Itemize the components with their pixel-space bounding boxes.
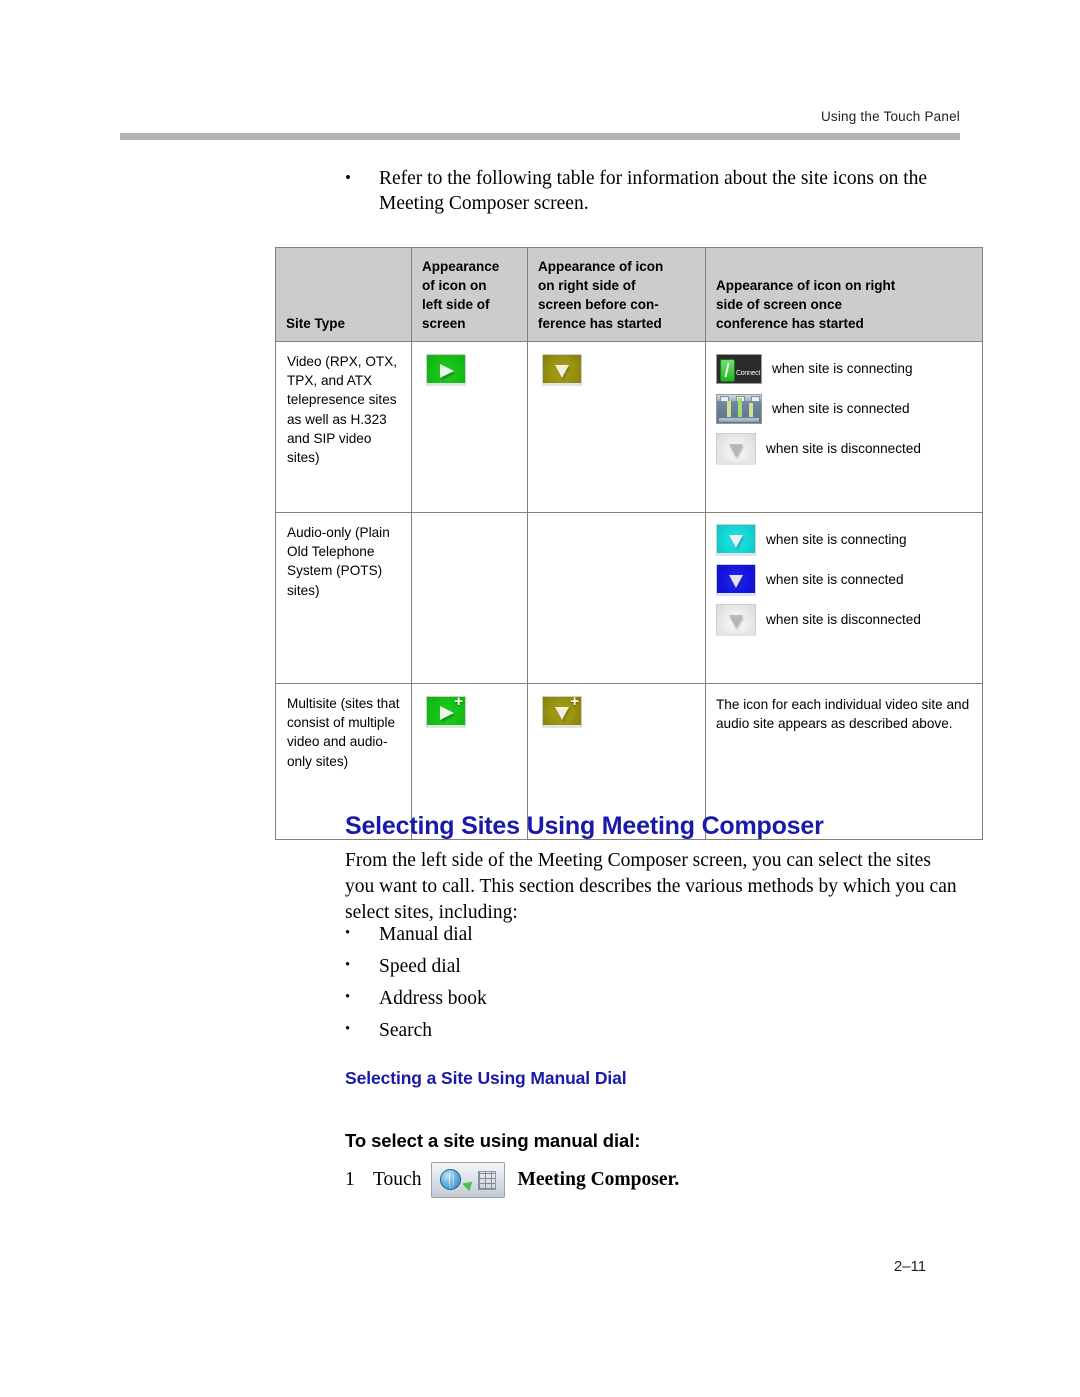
meeting-composer-button-icon[interactable] [431, 1162, 506, 1198]
state-line: when site is disconnected [716, 433, 974, 465]
page-running-header: Using the Touch Panel [120, 108, 960, 126]
step-verb: Touch [373, 1169, 422, 1190]
connect-button-thumbnail: Connect [716, 354, 762, 384]
multisite-olive-plus-icon: + [542, 693, 582, 728]
header-line: ference has started [538, 316, 662, 331]
procedure-title: To select a site using manual dial: [345, 1130, 641, 1151]
thumb-square [751, 396, 760, 402]
play-arrow-icon [440, 364, 454, 378]
down-arrow-icon [729, 575, 743, 588]
site-icons-table: Site Type Appearance of icon on left sid… [275, 247, 983, 840]
table-row: Video (RPX, OTX, TPX, and ATX telepresen… [275, 341, 983, 513]
cell-site-type: Audio-only (Plain Old Telephone System (… [275, 512, 412, 684]
thumb-bar [749, 403, 753, 417]
video-site-green-icon [426, 354, 466, 386]
header-line: Appearance of icon [538, 259, 664, 274]
column-header-once-conference: Appearance of icon on right side of scre… [705, 247, 983, 342]
cell-conference-states: when site is connecting when site is con… [705, 512, 983, 684]
video-site-olive-icon [542, 354, 582, 386]
header-line: Appearance [422, 259, 500, 274]
state-line: Connect when site is connecting [716, 353, 974, 385]
step-number: 1 [345, 1169, 355, 1190]
bullet-glyph-icon: • [345, 1021, 351, 1037]
header-line: screen [422, 316, 466, 331]
bullet-glyph-icon: • [345, 168, 351, 187]
multisite-green-plus-icon: + [426, 693, 466, 728]
connect-green-button-icon [720, 359, 735, 382]
cell-before-conference-icon [527, 341, 706, 513]
list-item-label: Address book [379, 988, 487, 1009]
state-line: when site is connecting [716, 524, 974, 556]
cell-left-icon [411, 341, 528, 513]
column-header-site-type: Site Type [275, 247, 412, 342]
down-arrow-icon [729, 444, 743, 457]
running-head-text: Using the Touch Panel [820, 109, 960, 124]
down-arrow-icon [729, 615, 743, 628]
header-line: Site Type [286, 316, 346, 331]
state-caption: when site is connecting [766, 532, 907, 547]
list-item: • Search [345, 1018, 845, 1050]
connect-label: Connect [736, 370, 760, 377]
state-caption: when site is connected [772, 401, 910, 416]
cell-site-type: Video (RPX, OTX, TPX, and ATX telepresen… [275, 341, 412, 513]
column-header-before-conference: Appearance of icon on right side of scre… [527, 247, 706, 342]
header-line: Appearance of icon on right [716, 278, 896, 293]
state-line: when site is disconnected [716, 604, 974, 636]
list-item-label: Manual dial [379, 924, 473, 945]
play-arrow-icon [440, 706, 454, 720]
audio-connecting-cyan-icon [716, 524, 756, 556]
table-row: Audio-only (Plain Old Telephone System (… [275, 512, 983, 684]
list-item: • Speed dial [345, 954, 845, 986]
state-line: when site is connected [716, 393, 974, 425]
state-line: when site is connected [716, 564, 974, 596]
header-line: side of screen once [716, 297, 843, 312]
state-caption: when site is disconnected [766, 441, 921, 456]
intro-bullet-text: Refer to the following table for informa… [379, 168, 928, 214]
state-caption: when site is connecting [772, 361, 913, 376]
column-header-left-side: Appearance of icon on left side of scree… [411, 247, 528, 342]
disconnected-gray-icon [716, 433, 756, 465]
header-line: on right side of [538, 278, 636, 293]
audio-connected-blue-icon [716, 564, 756, 596]
state-caption: when site is disconnected [766, 612, 921, 627]
list-item: • Address book [345, 986, 845, 1018]
thumb-bar [727, 401, 731, 417]
table-header-row: Site Type Appearance of icon on left sid… [275, 247, 983, 342]
bullet-glyph-icon: • [345, 989, 351, 1005]
step-target-label: Meeting Composer. [517, 1169, 680, 1190]
header-line: left side of [422, 297, 490, 312]
bullet-glyph-icon: • [345, 957, 351, 973]
green-arrow-icon [461, 1178, 473, 1192]
header-line: screen before con- [538, 297, 659, 312]
header-line: conference has started [716, 316, 864, 331]
connected-room-thumbnail [716, 394, 762, 424]
section-heading: Selecting Sites Using Meeting Composer [345, 812, 824, 840]
page-number: 2–11 [893, 1258, 927, 1275]
cell-conference-states: Connect when site is connecting when sit… [705, 341, 983, 513]
plus-icon: + [454, 693, 463, 710]
cell-before-conference-icon [527, 512, 706, 684]
cell-left-icon [411, 512, 528, 684]
down-arrow-icon [555, 707, 569, 720]
list-item-label: Search [379, 1020, 433, 1041]
thumb-botbar [719, 418, 759, 422]
globe-icon [440, 1169, 462, 1190]
audio-disconnected-gray-icon [716, 604, 756, 636]
keypad-grid-icon [478, 1171, 497, 1190]
header-divider-rule [120, 133, 960, 140]
subsection-heading: Selecting a Site Using Manual Dial [345, 1068, 627, 1088]
bullet-glyph-icon: • [345, 925, 351, 941]
header-line: of icon on [422, 278, 487, 293]
thumb-bar [738, 398, 742, 417]
list-item: • Manual dial [345, 922, 845, 954]
procedure-step-1: 1 Touch Meeting Composer. [345, 1162, 679, 1198]
state-caption: when site is connected [766, 572, 904, 587]
down-arrow-icon [555, 365, 569, 378]
down-arrow-icon [729, 535, 743, 548]
intro-bullet-item: • Refer to the following table for infor… [345, 166, 945, 216]
list-item-label: Speed dial [379, 956, 461, 977]
plus-icon: + [570, 693, 579, 710]
section-paragraph: From the left side of the Meeting Compos… [345, 850, 957, 923]
methods-bullet-list: • Manual dial • Speed dial • Address boo… [345, 922, 845, 1050]
